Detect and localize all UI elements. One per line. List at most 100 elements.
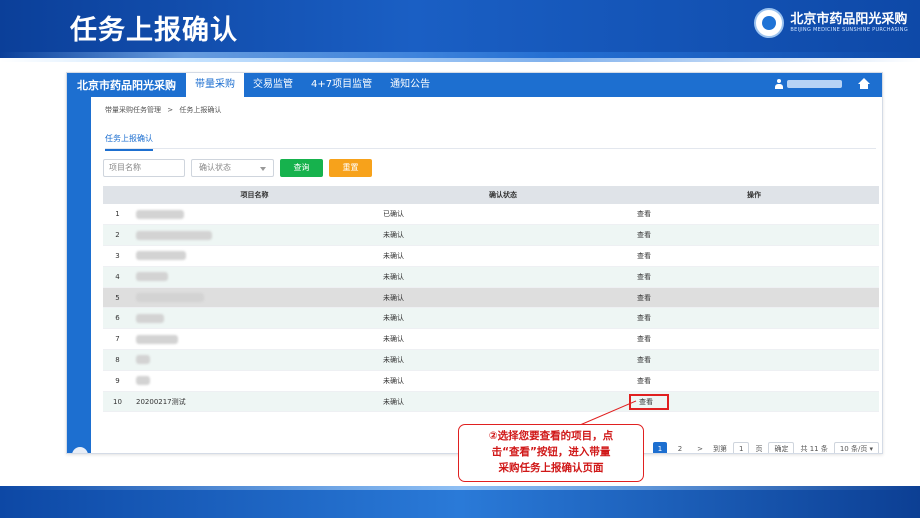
user-icon — [775, 79, 783, 89]
breadcrumb-current: 任务上报确认 — [179, 106, 222, 114]
view-link-cell: 查看 — [629, 391, 879, 413]
header-action: 操作 — [629, 186, 879, 204]
row-project-name — [132, 266, 377, 288]
breadcrumb-separator: > — [167, 106, 174, 114]
page-1-button[interactable]: 1 — [653, 442, 667, 453]
callout-pointer — [579, 400, 637, 426]
breadcrumb: 带量采购任务管理 > 任务上报确认 — [105, 105, 225, 115]
brand-logo: 北京市药品阳光采购 BEIJING MEDICINE SUNSHINE PURC… — [754, 8, 908, 38]
filter-bar: 项目名称 确认状态 查询 重置 — [103, 159, 372, 177]
nav-4plus7-supervision[interactable]: 4+7项目监管 — [302, 73, 381, 97]
callout-line-2: 击“查看”按钮，进入带量 — [491, 446, 611, 458]
user-name-redacted — [787, 80, 842, 88]
table-row: 10 20200217测试 未确认 查看 — [103, 391, 879, 413]
row-index: 8 — [103, 349, 132, 371]
nav-trade-supervision[interactable]: 交易监管 — [244, 73, 302, 97]
row-status: 未确认 — [377, 328, 629, 351]
row-status: 未确认 — [377, 370, 629, 392]
view-link[interactable]: 查看 — [629, 349, 879, 371]
next-page-icon[interactable]: > — [693, 442, 707, 453]
page-size-select[interactable]: 10 条/页 ▾ — [833, 442, 880, 453]
row-project-name — [132, 204, 377, 226]
redacted-text — [136, 376, 150, 386]
table-row: 1 已确认 查看 — [103, 204, 879, 226]
table-row: 7 未确认 查看 — [103, 328, 879, 351]
redacted-text — [136, 313, 164, 323]
header-project-name: 项目名称 — [132, 186, 377, 204]
view-link[interactable]: 查看 — [629, 224, 879, 247]
top-nav: 北京市药品阳光采购 带量采购 交易监管 4+7项目监管 通知公告 — [67, 73, 882, 97]
table-row: 6 未确认 查看 — [103, 307, 879, 330]
view-link[interactable]: 查看 — [629, 245, 879, 267]
view-link[interactable]: 查看 — [629, 370, 879, 392]
reset-button[interactable]: 重置 — [329, 159, 372, 177]
row-index: 1 — [103, 204, 132, 226]
goto-confirm-button[interactable]: 确定 — [768, 442, 795, 453]
page-2-button[interactable]: 2 — [673, 442, 687, 453]
chevron-down-icon — [260, 167, 266, 171]
header-confirm-status: 确认状态 — [377, 186, 629, 204]
user-menu[interactable] — [775, 79, 842, 89]
nav-volume-procurement[interactable]: 带量采购 — [186, 73, 244, 97]
total-count: 共 11 条 — [800, 445, 828, 453]
goto-page-input[interactable]: 1 — [733, 442, 750, 453]
redacted-text — [136, 272, 168, 282]
project-name-input[interactable]: 项目名称 — [103, 159, 185, 177]
pagination: 1 2 > 到第 1 页 确定 共 11 条 10 条/页 ▾ — [653, 442, 880, 453]
row-status: 未确认 — [377, 224, 629, 247]
view-link[interactable]: 查看 — [629, 328, 879, 351]
nav-notices[interactable]: 通知公告 — [381, 73, 439, 97]
brand-emblem-icon — [754, 8, 785, 38]
row-status: 未确认 — [377, 245, 629, 267]
view-link[interactable]: 查看 — [629, 204, 879, 226]
row-index: 4 — [103, 266, 132, 288]
row-project-name — [132, 328, 377, 351]
row-project-name — [132, 307, 377, 330]
row-status: 未确认 — [377, 349, 629, 371]
redacted-text — [136, 355, 150, 365]
slide-footer — [0, 486, 920, 518]
redacted-text — [136, 293, 204, 303]
home-icon[interactable] — [858, 78, 870, 90]
app-window: 北京市药品阳光采购 带量采购 交易监管 4+7项目监管 通知公告 带量采购任务管… — [66, 72, 883, 454]
table-row: 2 未确认 查看 — [103, 224, 879, 247]
redacted-text — [136, 251, 186, 261]
app-logo: 北京市药品阳光采购 — [77, 79, 176, 92]
slide-title: 任务上报确认 — [70, 15, 238, 46]
table-header-row: 项目名称 确认状态 操作 — [103, 186, 879, 204]
view-link[interactable]: 查看 — [629, 307, 879, 330]
status-select-label: 确认状态 — [199, 163, 231, 172]
row-status: 未确认 — [377, 287, 629, 309]
redacted-text — [136, 230, 212, 240]
breadcrumb-item[interactable]: 带量采购任务管理 — [105, 106, 161, 114]
row-project-name — [132, 349, 377, 371]
instruction-callout: ②选择您要查看的项目，点 击“查看”按钮，进入带量 采购任务上报确认页面 — [458, 424, 644, 482]
redacted-text — [136, 334, 178, 344]
row-status: 已确认 — [377, 204, 629, 226]
row-project-name — [132, 287, 377, 309]
goto-label: 到第 — [713, 445, 727, 453]
row-index: 5 — [103, 287, 132, 309]
row-index: 2 — [103, 224, 132, 247]
callout-line-1: ②选择您要查看的项目，点 — [488, 430, 614, 442]
slide-header: 任务上报确认 北京市药品阳光采购 BEIJING MEDICINE SUNSHI… — [0, 0, 920, 62]
tab-divider — [105, 148, 876, 149]
status-select[interactable]: 确认状态 — [191, 159, 274, 177]
row-index: 10 — [103, 391, 132, 413]
sidebar-toggle[interactable] — [72, 447, 88, 453]
row-project-name: 20200217测试 — [132, 391, 377, 413]
row-index: 3 — [103, 245, 132, 267]
view-link[interactable]: 查看 — [629, 266, 879, 288]
header-swoosh — [0, 52, 920, 62]
table-row: 5 未确认 查看 — [103, 287, 879, 309]
redacted-text — [136, 209, 184, 219]
row-project-name — [132, 245, 377, 267]
row-index: 6 — [103, 307, 132, 330]
table-row: 3 未确认 查看 — [103, 245, 879, 267]
table-row: 9 未确认 查看 — [103, 370, 879, 392]
view-link[interactable]: 查看 — [629, 287, 879, 309]
main-content: 带量采购任务管理 > 任务上报确认 任务上报确认 项目名称 确认状态 查询 重置… — [91, 97, 882, 453]
search-button[interactable]: 查询 — [280, 159, 323, 177]
callout-line-3: 采购任务上报确认页面 — [498, 462, 604, 474]
table-row: 4 未确认 查看 — [103, 266, 879, 288]
